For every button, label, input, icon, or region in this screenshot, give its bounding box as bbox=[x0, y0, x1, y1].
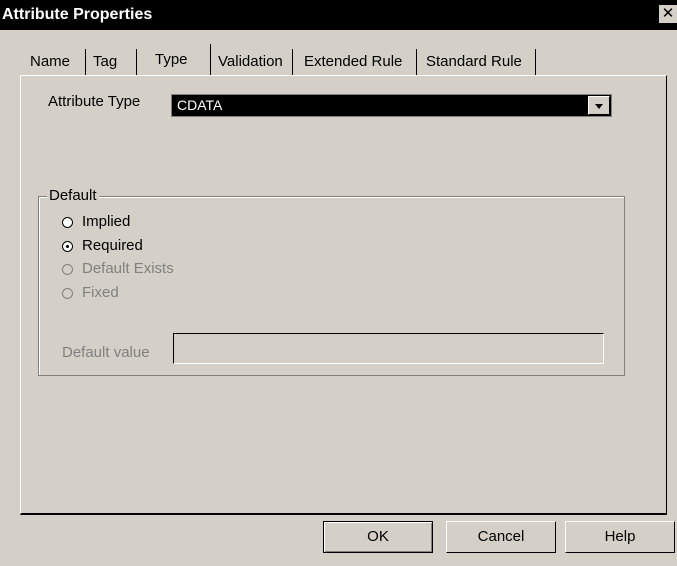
attribute-type-value: CDATA bbox=[175, 97, 585, 114]
attribute-type-select[interactable]: CDATA bbox=[171, 94, 612, 117]
cancel-button[interactable]: Cancel bbox=[446, 521, 556, 553]
tab-bar: Name Tag Type Validation Extended Rule S… bbox=[22, 44, 662, 76]
radio-circle-icon bbox=[62, 264, 73, 275]
default-value-field[interactable] bbox=[173, 333, 604, 364]
radio-fixed-label: Fixed bbox=[82, 284, 119, 301]
title-bar: Attribute Properties ✕ bbox=[0, 0, 677, 30]
chevron-down-icon[interactable] bbox=[588, 96, 610, 115]
radio-circle-icon bbox=[62, 217, 73, 228]
radio-circle-checked-icon bbox=[62, 241, 73, 252]
tab-extended-rule[interactable]: Extended Rule bbox=[304, 49, 417, 75]
radio-circle-icon bbox=[62, 288, 73, 299]
tab-name[interactable]: Name bbox=[30, 49, 86, 75]
tab-standard-rule[interactable]: Standard Rule bbox=[426, 49, 536, 75]
tab-tag[interactable]: Tag bbox=[93, 49, 137, 75]
radio-default-exists-label: Default Exists bbox=[82, 260, 174, 277]
window-title: Attribute Properties bbox=[2, 6, 153, 23]
default-group-label: Default bbox=[47, 187, 99, 204]
attribute-properties-dialog: Attribute Properties ✕ Name Tag Type Val… bbox=[0, 0, 677, 566]
tab-validation[interactable]: Validation bbox=[218, 49, 293, 75]
tab-type[interactable]: Type bbox=[155, 44, 211, 75]
radio-implied-label: Implied bbox=[82, 213, 131, 230]
ok-button[interactable]: OK bbox=[323, 521, 433, 553]
radio-required-label: Required bbox=[82, 237, 143, 254]
default-value-label: Default value bbox=[62, 344, 150, 361]
help-button[interactable]: Help bbox=[565, 521, 675, 553]
attribute-type-label: Attribute Type bbox=[48, 93, 141, 110]
close-icon[interactable]: ✕ bbox=[659, 5, 677, 23]
